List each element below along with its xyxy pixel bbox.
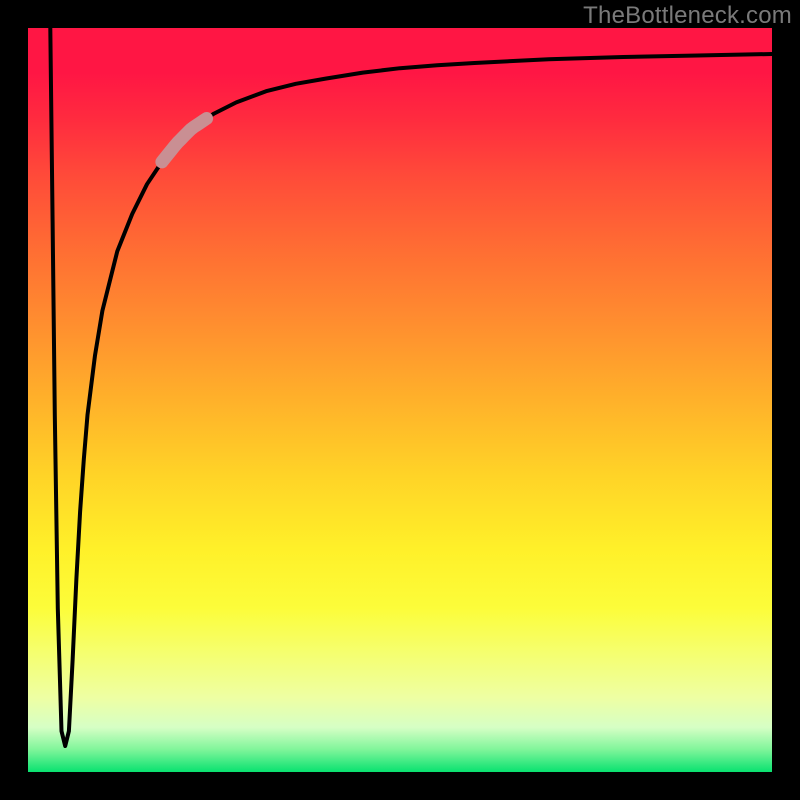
- chart-container: TheBottleneck.com: [0, 0, 800, 800]
- curve-highlight-segment: [162, 119, 207, 162]
- attribution-text: TheBottleneck.com: [583, 2, 792, 30]
- bottleneck-curve-svg: [28, 28, 772, 772]
- bottleneck-curve-path: [50, 28, 772, 746]
